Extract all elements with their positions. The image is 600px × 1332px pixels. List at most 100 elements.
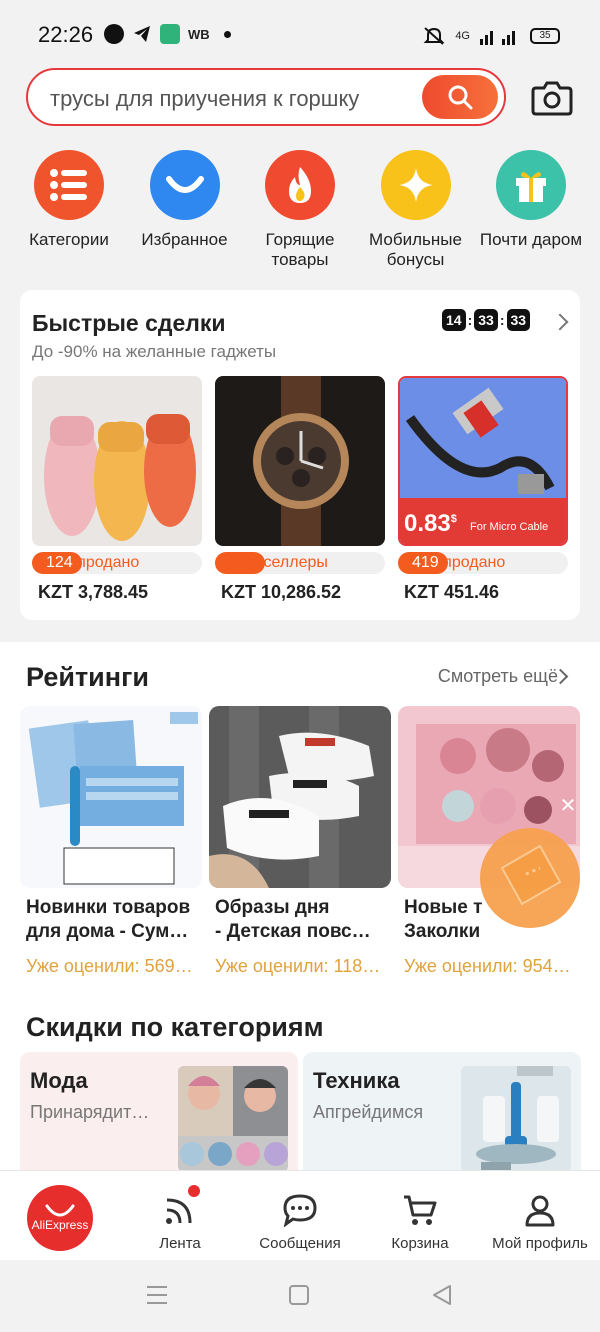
deal-price: KZT 3,788.45 (38, 582, 149, 602)
nav-feed[interactable]: Лента (120, 1171, 240, 1260)
nav-profile[interactable]: Мой профиль (480, 1171, 600, 1260)
search-button[interactable] (422, 75, 498, 119)
timer-hours: 14 (442, 309, 466, 331)
signal-icon (480, 31, 515, 45)
bestseller-badge: Бестселлеры (215, 552, 385, 574)
telegram-icon (134, 26, 150, 42)
flash-deals-subtitle: До -90% на желанные гаджеты (32, 342, 277, 361)
chevron-right-icon[interactable] (551, 313, 569, 331)
search-row: трусы для приучения к горшку (26, 68, 586, 126)
deal-price: KZT 10,286.52 (221, 582, 342, 602)
bottom-navigation: AliExpress Лента Сообщения Корзина Мой п… (0, 1170, 600, 1260)
camera-icon (531, 81, 573, 116)
camera-search-button[interactable] (530, 78, 574, 118)
rating-card-count: Уже оценили: 954… (404, 956, 571, 976)
gift-icon (496, 150, 566, 220)
quick-link-label: Мобильные бонусы (369, 230, 462, 269)
quick-link-label: Почти даром (479, 230, 583, 249)
notification-dot (188, 1185, 200, 1197)
notification-icons: WB (104, 24, 231, 44)
chat-icon (283, 1194, 317, 1227)
quick-links: Категории Избранное Горящие товары Мобил… (12, 150, 588, 270)
quick-link-mobile-bonuses[interactable]: Мобильные бонусы (359, 150, 473, 270)
flash-deals-card[interactable]: Быстрые сделки До -90% на желанные гадже… (20, 290, 580, 620)
product-image-cable: 0.83$ For Micro Cable (398, 376, 568, 546)
aliexpress-logo: AliExpress (27, 1185, 93, 1251)
category-subtitle: Апгрейдимся (313, 1102, 424, 1122)
product-image-slippers (32, 376, 202, 546)
quick-link-label: Избранное (141, 230, 228, 249)
quick-link-hot-deals[interactable]: Горящие товары (243, 150, 357, 270)
search-icon (448, 85, 473, 110)
system-indicators: 4G 35 (423, 26, 560, 46)
nav-messages[interactable]: Сообщения (240, 1171, 360, 1260)
cable-promo-price: 0.83$ (404, 510, 457, 537)
category-image-electronics (461, 1066, 571, 1172)
rating-card-kids[interactable]: Образы дня - Детская повс… Уже оценили: 1… (209, 706, 391, 977)
network-type: 4G (455, 30, 470, 42)
categories-icon (34, 150, 104, 220)
favorites-icon (149, 150, 220, 220)
profile-icon (525, 1195, 555, 1227)
clock: 22:26 (38, 22, 94, 47)
category-card-electronics[interactable]: Техника Апгрейдимся (303, 1052, 581, 1172)
category-subtitle: Принарядит… (30, 1102, 150, 1122)
category-name: Техника (313, 1068, 400, 1093)
category-discounts-title: Скидки по категориям (26, 1012, 324, 1042)
quick-link-favorites[interactable]: Избранное (128, 150, 242, 270)
category-card-fashion[interactable]: Мода Принарядит… (20, 1052, 298, 1172)
quick-link-label: Категории (29, 230, 109, 249)
product-image-watch (215, 376, 385, 546)
nav-cart[interactable]: Корзина (360, 1171, 480, 1260)
nav-home[interactable]: AliExpress (0, 1171, 120, 1260)
deal-item-slippers[interactable]: 124 продано KZT 3,788.45 (32, 376, 202, 603)
feed-icon (166, 1198, 192, 1224)
sparkle-icon (380, 150, 451, 220)
home-icon[interactable] (288, 1284, 310, 1306)
quick-link-almost-free[interactable]: Почти даром (474, 150, 588, 270)
menu-icon[interactable] (145, 1284, 169, 1306)
quick-link-label: Горящие товары (265, 230, 335, 269)
rating-card-home[interactable]: Новинки товаров для дома - Сум… Уже оцени… (20, 706, 202, 977)
rating-card-count: Уже оценили: 118… (215, 956, 381, 976)
whatsapp-icon (104, 24, 124, 44)
rating-card-name: Новинки товаров для дома - Сум… (26, 897, 191, 942)
coupon-icon (500, 844, 562, 906)
see-more-link[interactable]: Смотреть ещё (438, 666, 558, 687)
quick-link-categories[interactable]: Категории (12, 150, 126, 270)
back-icon[interactable] (430, 1284, 454, 1306)
timer-minutes: 33 (474, 309, 498, 331)
nav-label: Сообщения (259, 1235, 341, 1252)
timer-seconds: 33 (506, 309, 531, 331)
status-bar: 22:26 WB 4G 35 (0, 0, 600, 68)
rating-image-vacuum-bags (20, 706, 202, 888)
system-navigation-bar (0, 1260, 600, 1332)
nav-label: Лента (159, 1235, 201, 1252)
countdown-timer: 14 : 33 : 33 (442, 309, 531, 331)
rating-card-count: Уже оценили: 569… (26, 956, 193, 976)
app-icon (160, 24, 180, 44)
sold-badge: 419 продано (398, 552, 568, 574)
wb-icon: WB (188, 26, 210, 42)
rating-image-sneakers (209, 706, 391, 888)
deal-item-watch[interactable]: Бестселлеры KZT 10,286.52 (215, 376, 385, 603)
floating-promo-button[interactable] (480, 828, 580, 928)
cable-promo-caption: For Micro Cable (470, 521, 549, 533)
fire-icon (265, 150, 335, 220)
deal-price: KZT 451.46 (404, 582, 500, 602)
more-notifications-dot (223, 30, 231, 38)
ratings-title: Рейтинги (26, 662, 149, 692)
sold-badge: 124 продано (32, 552, 202, 574)
mute-icon (423, 27, 445, 45)
flash-deals-title: Быстрые сделки (32, 310, 226, 336)
battery-icon: 35 (530, 28, 560, 44)
search-input[interactable]: трусы для приучения к горшку (26, 68, 506, 126)
nav-label: Мой профиль (492, 1235, 588, 1252)
search-query: трусы для приучения к горшку (50, 86, 360, 111)
rating-card-name: Образы дня - Детская повс… (215, 897, 371, 942)
category-name: Мода (30, 1068, 88, 1093)
nav-label: Корзина (391, 1235, 449, 1252)
close-icon[interactable]: ✕ (556, 794, 580, 818)
deal-item-cable[interactable]: 0.83$ For Micro Cable 419 продано KZT 45… (398, 376, 568, 603)
category-image-fashion (178, 1066, 288, 1172)
